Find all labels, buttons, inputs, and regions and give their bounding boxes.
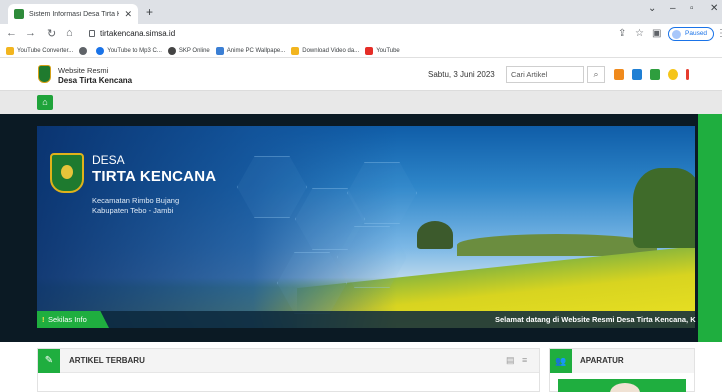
more-menu-icon[interactable]: ⋮ xyxy=(716,28,722,39)
forward-icon[interactable]: → xyxy=(25,27,36,39)
hero-kabupaten: Kabupaten Tebo - Jambi xyxy=(92,206,174,215)
hero-label: DESA xyxy=(92,153,125,167)
search-icon[interactable]: ⌕ xyxy=(587,66,605,83)
ticker-label: Sekilas Info xyxy=(37,311,109,328)
users-icon: 👥 xyxy=(550,349,572,373)
new-tab-icon[interactable]: + xyxy=(146,5,153,19)
globe-icon xyxy=(79,46,88,55)
home-nav-button[interactable]: ⌂ xyxy=(37,95,53,110)
bookmark-item[interactable] xyxy=(79,46,90,55)
bookmark-item[interactable]: SKP Online xyxy=(167,46,210,55)
bookmark-item[interactable]: Download Video da... xyxy=(291,46,359,55)
document-icon[interactable] xyxy=(614,69,624,80)
hero-kecamatan: Kecamatan Rimbo Bujang xyxy=(92,196,180,205)
profile-paused-button[interactable]: Paused xyxy=(668,27,715,41)
reload-icon[interactable]: ↻ xyxy=(47,27,56,40)
browser-tab[interactable]: Sistem Informasi Desa Tirta Kenc ✕ xyxy=(8,4,138,24)
hero-title: TIRTA KENCANA xyxy=(92,168,217,185)
lock-icon[interactable] xyxy=(89,30,95,37)
bookmarks-bar: YouTube Converter... YouTube to Mp3 C...… xyxy=(0,44,722,58)
bookmark-item[interactable]: YouTube xyxy=(365,46,400,55)
globe-icon xyxy=(167,46,176,55)
wallpaper-icon xyxy=(215,46,224,55)
browser-tabstrip: Sistem Informasi Desa Tirta Kenc ✕ + ⌄ –… xyxy=(0,0,722,24)
panel-title: ARTIKEL TERBARU xyxy=(69,356,145,365)
address-bar[interactable]: tirtakencana.simsa.id xyxy=(100,29,175,38)
site-favicon-icon xyxy=(14,9,24,19)
bookmark-item[interactable]: YouTube to Mp3 C... xyxy=(96,46,162,55)
hero-banner: DESA TIRTA KENCANA Kecamatan Rimbo Bujan… xyxy=(37,126,695,328)
list-view-icon[interactable]: ≡ xyxy=(522,355,527,365)
grid-view-icon[interactable]: ▤ xyxy=(506,355,515,366)
aparatur-panel: 👥 APARATUR xyxy=(549,348,695,392)
hero-accent-strip xyxy=(698,114,722,342)
bookmark-item[interactable]: YouTube Converter... xyxy=(6,46,73,55)
close-tab-icon[interactable]: ✕ xyxy=(124,9,132,20)
panel-header: 👥 APARATUR xyxy=(550,349,694,373)
tree-decoration xyxy=(633,168,695,248)
youtube-icon xyxy=(365,46,374,55)
folder-icon xyxy=(6,46,14,55)
bookmark-item[interactable]: Anime PC Wallpape... xyxy=(215,46,285,55)
latest-articles-panel: ✎ ARTIKEL TERBARU ▤ ≡ xyxy=(37,348,540,392)
circle-icon[interactable] xyxy=(668,69,678,80)
panel-title: APARATUR xyxy=(580,356,624,365)
current-date: Sabtu, 3 Juni 2023 xyxy=(428,70,495,79)
tree-decoration xyxy=(417,221,453,249)
ticker-text[interactable]: Selamat datang di Website Resmi Desa Tir… xyxy=(495,315,696,324)
search-input[interactable]: Cari Artikel xyxy=(506,66,584,83)
main-nav: ⌂ xyxy=(0,91,722,114)
news-ticker: Sekilas Info Selamat datang di Website R… xyxy=(37,311,696,328)
site-name-line1[interactable]: Website Resmi xyxy=(58,66,108,75)
official-photo[interactable] xyxy=(558,379,686,392)
tab-title: Sistem Informasi Desa Tirta Kenc xyxy=(29,10,120,18)
bookmark-star-icon[interactable]: ☆ xyxy=(635,28,644,39)
minimize-icon[interactable]: – xyxy=(670,3,676,14)
browser-toolbar: ← → ↻ ⌂ tirtakencana.simsa.id ⇪ ☆ ▣ Paus… xyxy=(0,24,722,44)
village-logo-icon[interactable] xyxy=(38,65,51,83)
village-emblem-icon xyxy=(50,153,84,193)
site-name-line2[interactable]: Desa Tirta Kencana xyxy=(58,76,132,85)
share-icon[interactable]: ⇪ xyxy=(618,28,626,39)
download-icon xyxy=(291,46,300,55)
globe-icon xyxy=(96,46,105,55)
panel-header: ✎ ARTIKEL TERBARU ▤ ≡ xyxy=(38,349,539,373)
home-icon[interactable]: ⌂ xyxy=(66,27,73,39)
edit-icon: ✎ xyxy=(38,349,60,373)
restore-icon[interactable]: ▫ xyxy=(690,3,694,14)
alert-icon[interactable] xyxy=(686,69,689,80)
window-close-icon[interactable]: ✕ xyxy=(710,3,718,14)
site-header: Website Resmi Desa Tirta Kencana Sabtu, … xyxy=(0,59,722,91)
chart-icon[interactable] xyxy=(650,69,660,80)
tab-search-icon[interactable]: ⌄ xyxy=(648,3,656,14)
extensions-icon[interactable]: ▣ xyxy=(652,28,661,39)
back-icon[interactable]: ← xyxy=(6,27,17,39)
lock-icon[interactable] xyxy=(632,69,642,80)
